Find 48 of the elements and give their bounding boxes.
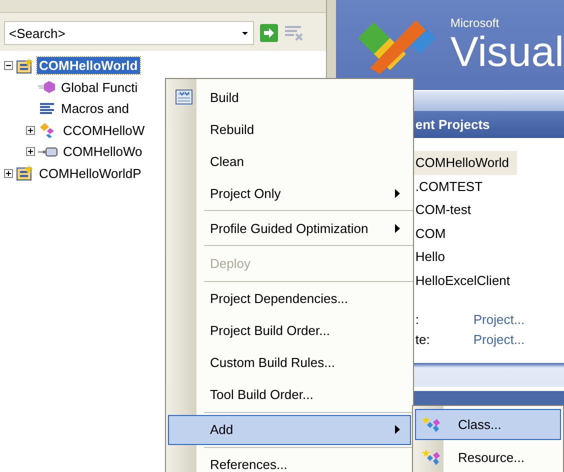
section-title: ent Projects (415, 117, 490, 132)
tree-item[interactable]: COMHelloWo (61, 143, 144, 160)
product-text: Visual (450, 31, 564, 73)
project-icon (16, 58, 34, 74)
menu-item[interactable]: Resource... (415, 442, 561, 472)
expand-icon[interactable] (26, 147, 35, 156)
interface-icon (38, 144, 58, 159)
menu-item[interactable]: Class... (415, 409, 561, 440)
recent-project-link[interactable]: COMHelloWorld (412, 151, 518, 174)
menu-item[interactable]: References... (168, 450, 411, 472)
tree-item[interactable]: Macros and (59, 100, 131, 118)
recent-project-link[interactable]: HelloExcelClient (412, 268, 518, 292)
project-link[interactable]: Project... (473, 332, 564, 347)
expand-icon[interactable] (4, 168, 13, 178)
brand-text: Microsoft (450, 17, 500, 29)
menu-item[interactable]: Profile Guided Optimization (168, 213, 411, 244)
submenu-arrow-icon (395, 224, 400, 233)
menu-item[interactable]: Project Build Order... (168, 316, 411, 346)
recent-project-link[interactable]: .COMTEST (412, 174, 491, 198)
menu-item[interactable]: Custom Build Rules... (168, 348, 411, 378)
submenu-arrow-icon (395, 188, 400, 198)
submenu-arrow-icon (395, 425, 400, 434)
expand-icon[interactable] (26, 126, 35, 135)
menu-item[interactable]: Project Only (168, 178, 411, 208)
tree-item[interactable]: COMHelloWorldP (37, 164, 144, 182)
menu-item[interactable]: Build (168, 82, 411, 112)
lines-icon (38, 102, 56, 116)
project-icon (16, 165, 34, 182)
recent-project-link[interactable]: COM (412, 222, 454, 245)
search-field[interactable]: <Search> (4, 21, 254, 45)
class-icon (421, 448, 441, 466)
action-label: : (415, 312, 420, 327)
menu-item[interactable]: Tool Build Order... (168, 380, 411, 410)
recent-project-link[interactable]: Hello (412, 245, 453, 268)
menu-item[interactable]: Clean (168, 146, 411, 176)
menu-item[interactable]: Add (168, 414, 411, 445)
action-label: te: (415, 332, 431, 347)
project-link[interactable]: Project... (473, 312, 564, 327)
recent-project-link[interactable]: COM-test (412, 198, 479, 222)
build-icon (175, 89, 193, 106)
menu-item[interactable]: Rebuild (168, 114, 411, 144)
tree-item[interactable]: CCOMHelloW (61, 122, 147, 139)
cube-icon (38, 80, 56, 94)
tree-item[interactable]: COMHelloWorld (37, 57, 140, 74)
tree-item[interactable]: Global Functi (59, 78, 140, 96)
menu-item[interactable]: Project Dependencies... (168, 283, 411, 314)
class-icon (421, 416, 441, 434)
collapse-icon[interactable] (4, 61, 13, 70)
